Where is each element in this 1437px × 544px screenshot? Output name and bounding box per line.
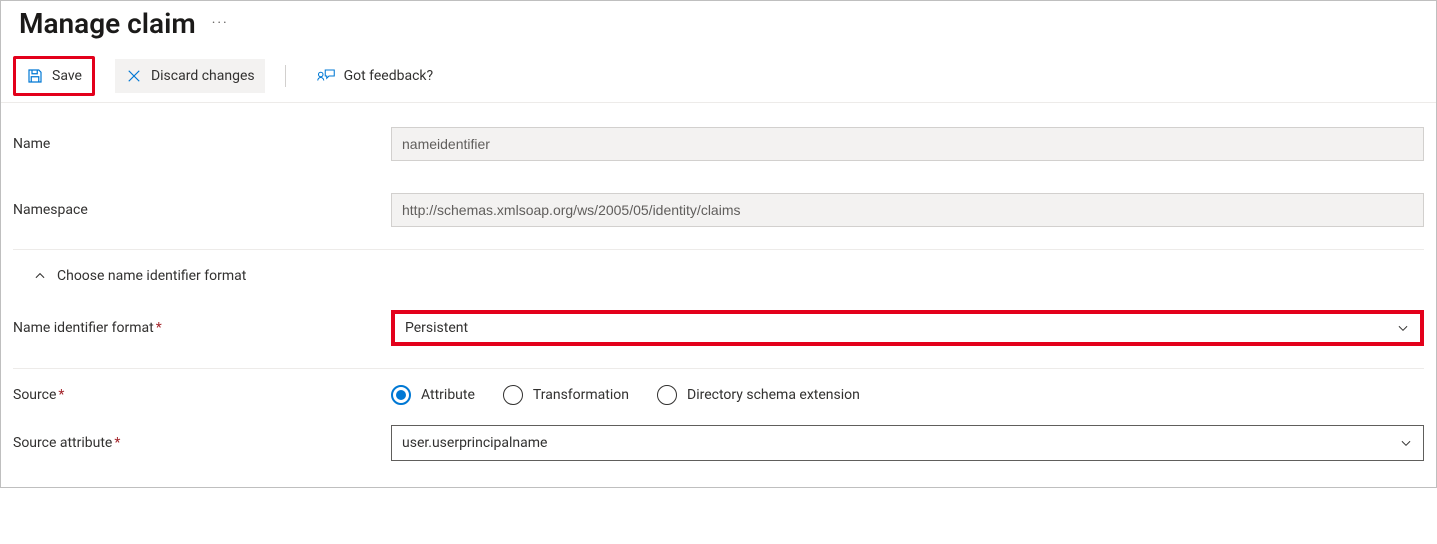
radio-icon	[391, 385, 411, 405]
required-mark: *	[156, 320, 162, 336]
save-label: Save	[52, 68, 82, 84]
feedback-label: Got feedback?	[344, 68, 434, 84]
page-title: Manage claim	[19, 7, 196, 40]
namespace-input	[391, 193, 1424, 227]
chevron-down-icon	[1399, 436, 1413, 450]
feedback-icon	[316, 67, 336, 85]
format-value: Persistent	[405, 320, 1410, 336]
row-source: Source* Attribute Transformation Directo…	[13, 369, 1424, 421]
required-mark: *	[58, 387, 64, 403]
manage-claim-panel: Manage claim ··· Save Discard changes	[0, 0, 1437, 488]
source-attribute-dropdown[interactable]: user.userprincipalname	[391, 425, 1424, 461]
radio-icon	[503, 385, 523, 405]
form-body: Name Namespace Choose name identifier fo…	[1, 103, 1436, 487]
required-mark: *	[114, 435, 120, 451]
format-label: Name identifier format*	[13, 320, 391, 336]
save-button[interactable]: Save	[13, 56, 95, 96]
choose-format-label: Choose name identifier format	[57, 268, 246, 284]
toolbar-separator	[285, 65, 286, 87]
row-format: Name identifier format* Persistent	[13, 294, 1424, 369]
source-label: Source*	[13, 387, 391, 403]
discard-button[interactable]: Discard changes	[115, 59, 265, 93]
namespace-label: Namespace	[13, 202, 391, 218]
discard-label: Discard changes	[151, 68, 255, 84]
source-attribute-label: Source attribute*	[13, 435, 391, 451]
source-attribute-value: user.userprincipalname	[402, 435, 1413, 451]
radio-icon	[657, 385, 677, 405]
radio-transformation[interactable]: Transformation	[503, 385, 629, 405]
command-bar: Save Discard changes Got feedback?	[1, 52, 1436, 103]
choose-format-toggle[interactable]: Choose name identifier format	[13, 250, 1424, 294]
name-input	[391, 127, 1424, 161]
row-source-attribute: Source attribute* user.userprincipalname	[13, 421, 1424, 477]
more-icon[interactable]: ···	[212, 15, 229, 33]
row-name: Name	[13, 111, 1424, 177]
save-icon	[26, 67, 44, 85]
name-label: Name	[13, 136, 391, 152]
feedback-button[interactable]: Got feedback?	[306, 59, 444, 93]
chevron-up-icon	[33, 269, 47, 283]
radio-attribute[interactable]: Attribute	[391, 385, 475, 405]
radio-directory[interactable]: Directory schema extension	[657, 385, 860, 405]
chevron-down-icon	[1396, 321, 1410, 335]
close-icon	[125, 67, 143, 85]
format-dropdown[interactable]: Persistent	[391, 310, 1424, 346]
row-namespace: Namespace	[13, 177, 1424, 250]
source-radio-group: Attribute Transformation Directory schem…	[391, 385, 1424, 405]
panel-header: Manage claim ···	[1, 1, 1436, 52]
